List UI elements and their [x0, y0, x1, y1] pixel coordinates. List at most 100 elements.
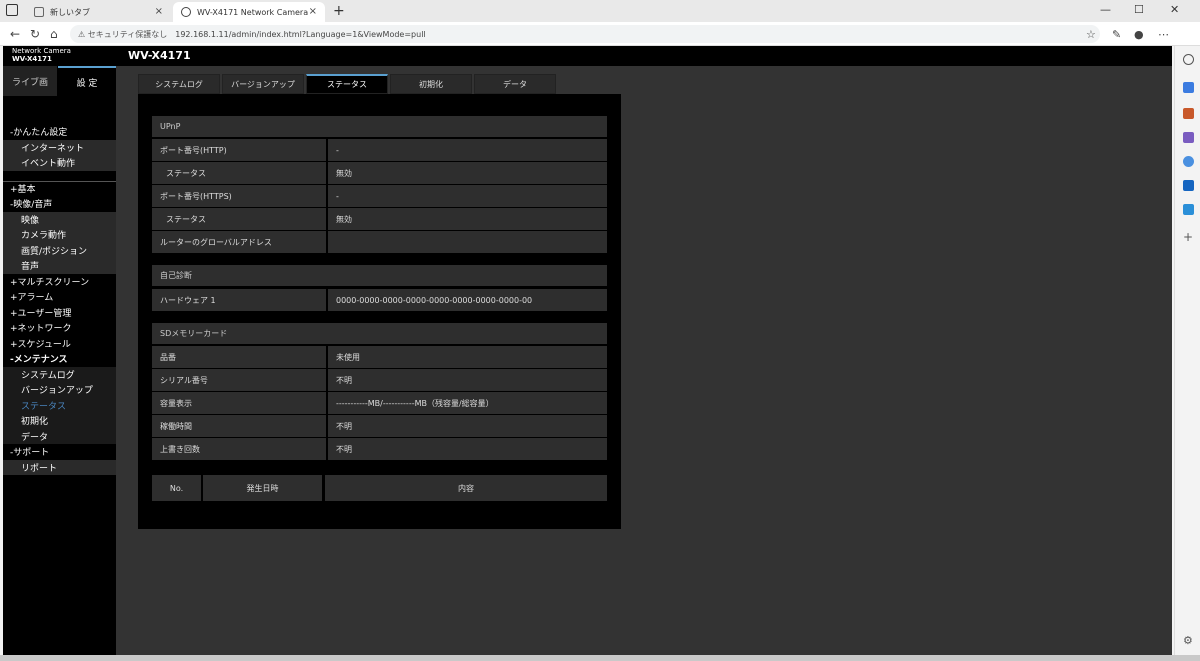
home-icon[interactable]: ⌂ [50, 27, 58, 41]
menu-camera-action[interactable]: カメラ動作 [3, 227, 116, 243]
tab-status[interactable]: ステータス [306, 74, 388, 94]
security-indicator[interactable]: ⚠ セキュリティ保護なし [78, 29, 167, 40]
close-tab-icon[interactable]: × [309, 6, 317, 17]
camera-page: Network Camera WV-X4171 WV-X4171 ライブ画 設 … [3, 46, 1172, 655]
menu-system-log[interactable]: システムログ [3, 366, 116, 382]
row-value: - [328, 185, 607, 207]
refresh-icon[interactable]: ↻ [30, 27, 40, 41]
browser-tab-label: 新しいタブ [50, 7, 90, 17]
menu-report[interactable]: リポート [3, 459, 116, 475]
menu-version-up[interactable]: バージョンアップ [3, 382, 116, 398]
menu-event-action[interactable]: イベント動作 [3, 155, 116, 171]
menu-image-audio[interactable]: -映像/音声 [3, 196, 116, 212]
url-input[interactable]: ⚠ セキュリティ保護なし 192.168.1.11/admin/index.ht… [70, 25, 1100, 43]
browser-sidebar: + ⚙ [1174, 46, 1200, 661]
favorite-star-icon[interactable]: ☆ [1086, 28, 1096, 41]
row-value: 不明 [328, 438, 607, 460]
more-menu-icon[interactable]: ⋯ [1158, 28, 1169, 41]
send-icon[interactable] [1183, 204, 1194, 215]
camera-header: Network Camera WV-X4171 WV-X4171 [3, 46, 1172, 66]
url-text: 192.168.1.11/admin/index.html?Language=1… [175, 29, 426, 39]
menu-initialize[interactable]: 初期化 [3, 413, 116, 429]
sd-card-header: SDメモリーカード [152, 323, 607, 344]
newtab-favicon-icon [34, 7, 44, 17]
row-label: 稼働時間 [152, 415, 326, 437]
tab-data[interactable]: データ [474, 74, 556, 94]
tab-initialize[interactable]: 初期化 [390, 74, 472, 94]
close-window-icon[interactable]: ✕ [1170, 3, 1179, 16]
log-col-content: 内容 [325, 475, 607, 501]
tab-version-up[interactable]: バージョンアップ [222, 74, 304, 94]
menu-audio[interactable]: 音声 [3, 258, 116, 274]
status-panel: UPnP ポート番号(HTTP) - ステータス 無効 ポート番号(HTTPS)… [138, 94, 621, 529]
settings-menu: -かんたん設定 インターネット イベント動作 +基本 -映像/音声 映像 カメラ… [3, 124, 116, 475]
row-value: - [328, 139, 607, 161]
menu-image[interactable]: 映像 [3, 211, 116, 227]
browser-tab-newtab[interactable]: 新しいタブ × [26, 2, 171, 22]
shopping-tag-icon[interactable] [1183, 82, 1194, 93]
brand-line2: WV-X4171 [12, 55, 52, 63]
camera-brand: Network Camera WV-X4171 [12, 47, 71, 63]
live-view-tab[interactable]: ライブ画 [3, 66, 57, 96]
menu-multiscreen[interactable]: +マルチスクリーン [3, 274, 116, 290]
upnp-row: ポート番号(HTTPS) - [152, 185, 607, 207]
add-icon[interactable]: + [1183, 231, 1194, 243]
people-icon[interactable] [1183, 132, 1194, 143]
back-icon[interactable]: ← [10, 27, 20, 41]
sd-row: シリアル番号 不明 [152, 369, 607, 391]
minimize-icon[interactable]: — [1100, 3, 1111, 16]
tab-actions-icon[interactable] [6, 4, 18, 16]
outlook-icon[interactable] [1183, 180, 1194, 191]
upnp-header: UPnP [152, 116, 607, 137]
sd-row: 上書き回数 不明 [152, 438, 607, 460]
profile-avatar-icon[interactable]: ● [1134, 28, 1144, 41]
row-value: 無効 [328, 162, 607, 184]
log-col-no: No. [152, 475, 201, 501]
address-bar: ← ↻ ⌂ ⚠ セキュリティ保護なし 192.168.1.11/admin/in… [0, 22, 1200, 46]
menu-schedule[interactable]: +スケジュール [3, 336, 116, 352]
row-label: 容量表示 [152, 392, 326, 414]
globe-icon [181, 7, 191, 17]
maximize-icon[interactable]: ☐ [1134, 3, 1144, 16]
upnp-row: ステータス 無効 [152, 162, 607, 184]
browser-tab-label: WV-X4171 Network Camera [197, 7, 309, 17]
settings-gear-icon[interactable]: ⚙ [1183, 635, 1194, 647]
menu-internet[interactable]: インターネット [3, 139, 116, 155]
menu-easy-setup[interactable]: -かんたん設定 [3, 124, 116, 140]
row-value: -----------MB/-----------MB（残容量/総容量） [328, 392, 607, 414]
browser-tab-camera[interactable]: WV-X4171 Network Camera × [173, 2, 325, 22]
copilot-icon[interactable] [1183, 156, 1194, 167]
row-value: 無効 [328, 208, 607, 230]
row-label: ポート番号(HTTP) [152, 139, 326, 161]
row-label: ルーターのグローバルアドレス [152, 231, 326, 253]
search-icon[interactable] [1183, 54, 1194, 65]
menu-basic[interactable]: +基本 [3, 180, 116, 197]
log-col-datetime: 発生日時 [203, 475, 322, 501]
menu-alarm[interactable]: +アラーム [3, 289, 116, 305]
menu-network[interactable]: +ネットワーク [3, 320, 116, 336]
extensions-icon[interactable]: ✎ [1112, 28, 1121, 41]
upnp-row: ポート番号(HTTP) - [152, 139, 607, 161]
row-label: シリアル番号 [152, 369, 326, 391]
menu-user-management[interactable]: +ユーザー管理 [3, 305, 116, 321]
upnp-row: ルーターのグローバルアドレス [152, 231, 607, 253]
close-tab-icon[interactable]: × [155, 6, 163, 17]
settings-tab[interactable]: 設 定 [58, 66, 116, 96]
menu-maintenance[interactable]: -メンテナンス [3, 351, 116, 367]
tab-system-log[interactable]: システムログ [138, 74, 220, 94]
menu-status[interactable]: ステータス [3, 397, 116, 413]
taskbar [0, 655, 1200, 661]
row-label: ポート番号(HTTPS) [152, 185, 326, 207]
row-label: ハードウェア 1 [152, 289, 326, 311]
menu-data[interactable]: データ [3, 428, 116, 444]
upnp-row: ステータス 無効 [152, 208, 607, 230]
new-tab-icon[interactable]: + [333, 3, 345, 19]
sd-row: 容量表示 -----------MB/-----------MB（残容量/総容量… [152, 392, 607, 414]
left-sidebar: ライブ画 設 定 -かんたん設定 インターネット イベント動作 +基本 -映像/… [3, 66, 116, 655]
menu-quality-position[interactable]: 画質/ポジション [3, 242, 116, 258]
menu-support[interactable]: -サポート [3, 444, 116, 460]
row-label: 上書き回数 [152, 438, 326, 460]
row-value: 不明 [328, 369, 607, 391]
toolbox-icon[interactable] [1183, 108, 1194, 119]
main-content: システムログ バージョンアップ ステータス 初期化 データ UPnP ポート番号… [116, 66, 1172, 655]
